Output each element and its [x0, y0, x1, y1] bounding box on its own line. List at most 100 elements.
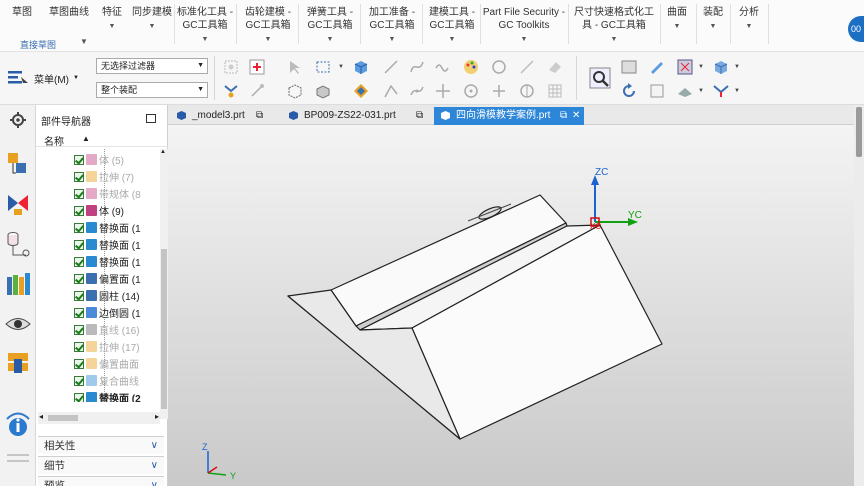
vertical-scrollbar[interactable]: ▲ [160, 149, 168, 419]
visibility-checkbox[interactable] [74, 290, 84, 301]
panel-dependencies[interactable]: 相关性 ∨ [38, 436, 164, 454]
visibility-checkbox[interactable] [74, 154, 84, 165]
panel-preview[interactable]: 预览 ∨ [38, 476, 164, 486]
render-style-icon[interactable] [648, 58, 666, 76]
plus-point-icon[interactable] [490, 82, 508, 100]
ribbon-standard-tools[interactable]: 标准化工具 - GC工具箱 ▼ [176, 6, 234, 44]
3d-part-model[interactable] [287, 194, 663, 440]
viewport-scrollbar[interactable] [854, 105, 864, 486]
visibility-checkbox[interactable] [74, 375, 84, 386]
visibility-checkbox[interactable] [74, 256, 84, 267]
scrollbar-thumb[interactable] [48, 415, 78, 421]
color-palette-icon[interactable] [462, 58, 480, 76]
ribbon-surface[interactable]: 曲面 ▼ [662, 6, 692, 44]
pattern-icon[interactable] [352, 82, 370, 100]
part-navigator-icon[interactable] [4, 229, 32, 259]
filter-icon[interactable] [712, 82, 730, 100]
quadrant-point-icon[interactable] [518, 82, 536, 100]
wcs-triad[interactable]: ZC YC XC [590, 167, 642, 231]
panel-details[interactable]: 细节 ∨ [38, 456, 164, 474]
tree-item[interactable]: 体 (5) [74, 151, 160, 168]
maximize-icon[interactable] [146, 114, 156, 123]
visibility-checkbox[interactable] [74, 392, 84, 402]
center-point-icon[interactable] [462, 82, 480, 100]
visibility-checkbox[interactable] [74, 205, 84, 216]
visibility-checkbox[interactable] [74, 341, 84, 352]
eye-view-icon[interactable] [4, 309, 32, 339]
ribbon-assembly[interactable]: 装配 ▼ [698, 6, 728, 44]
ribbon-sync-modeling[interactable]: 同步建模 ▼ [132, 6, 172, 44]
close-icon[interactable]: ✕ [572, 107, 580, 124]
selection-filter-select[interactable]: 无选择过滤器 ▼ [96, 58, 208, 74]
ribbon-expand-button[interactable]: 00 [848, 16, 864, 42]
pan-view-icon[interactable] [648, 82, 666, 100]
chevron-down-icon[interactable]: ▼ [698, 88, 704, 94]
rectangle-select-icon[interactable] [314, 58, 332, 76]
tree-item[interactable]: 拉伸 (7) [74, 168, 160, 185]
edit-icon[interactable]: ⧉ [560, 107, 567, 124]
gear-icon[interactable] [4, 109, 32, 131]
tab-model3[interactable]: _model3.prt ⧉ [170, 107, 278, 125]
visibility-checkbox[interactable] [74, 273, 84, 284]
edit-icon[interactable]: ⧉ [416, 107, 423, 124]
chevron-down-icon[interactable]: ▼ [80, 37, 88, 46]
curve-point-icon[interactable] [408, 82, 426, 100]
ribbon-part-file-security[interactable]: Part File Security - GC Toolkits ▼ [482, 6, 566, 44]
solid-body-icon[interactable] [352, 58, 370, 76]
tree-item[interactable]: 复合曲线 [74, 372, 160, 389]
scrollbar-thumb[interactable] [161, 249, 167, 409]
visibility-checkbox[interactable] [74, 171, 84, 182]
chevron-down-icon[interactable]: ▼ [698, 64, 704, 70]
visibility-checkbox[interactable] [74, 239, 84, 250]
navigator-column-header[interactable]: 名称 ▲ [36, 131, 168, 148]
tree-item[interactable]: 偏置面 (1 [74, 270, 160, 287]
tree-item[interactable]: 替换面 (2 [74, 389, 160, 402]
tree-item[interactable]: 带规体 (8 [74, 185, 160, 202]
scroll-up-icon[interactable]: ▲ [160, 149, 166, 155]
eraser-icon[interactable] [546, 58, 564, 76]
ribbon-feature[interactable]: 特征 ▼ [98, 6, 126, 44]
crosshair-icon[interactable] [434, 82, 452, 100]
tree-item[interactable]: 拉伸 (17) [74, 338, 160, 355]
roles-icon[interactable] [4, 447, 32, 467]
visibility-checkbox[interactable] [74, 324, 84, 335]
info-icon[interactable] [4, 411, 32, 441]
graphics-viewport[interactable]: ZC YC XC Z Y [168, 125, 854, 486]
chevron-down-icon[interactable]: ▼ [734, 64, 740, 70]
view-background-icon[interactable] [620, 58, 638, 76]
assembly-navigator-icon[interactable] [4, 149, 32, 179]
tree-item[interactable]: 直线 (16) [74, 321, 160, 338]
direct-sketch-label[interactable]: 直接草图 [20, 38, 56, 51]
cursor-icon[interactable] [286, 58, 304, 76]
tab-active-part[interactable]: 四向滑模教学案例.prt ⧉ ✕ [434, 107, 584, 125]
shaded-edges-icon[interactable] [676, 82, 694, 100]
ribbon-machining-prep[interactable]: 加工准备 - GC工具箱 ▼ [364, 6, 420, 44]
assembly-scope-select[interactable]: 整个装配 ▼ [96, 82, 208, 98]
visibility-checkbox[interactable] [74, 307, 84, 318]
ribbon-gear-modeling[interactable]: 齿轮建模 - GC工具箱 ▼ [240, 6, 296, 44]
tree-item[interactable]: 替换面 (1 [74, 253, 160, 270]
reuse-library-icon[interactable] [4, 269, 32, 299]
spline-tool-icon[interactable] [408, 58, 426, 76]
polyline-icon[interactable] [382, 82, 400, 100]
visibility-checkbox[interactable] [74, 358, 84, 369]
block-icon[interactable] [314, 82, 332, 100]
scroll-right-icon[interactable]: ▸ [155, 412, 159, 421]
tree-item[interactable]: 边倒圆 (1 [74, 304, 160, 321]
visibility-checkbox[interactable] [74, 188, 84, 199]
zoom-fit-icon[interactable] [588, 66, 612, 90]
general-point-icon[interactable] [222, 82, 240, 100]
edit-icon[interactable]: ⧉ [256, 107, 263, 124]
chevron-down-icon[interactable]: ▼ [734, 88, 740, 94]
ribbon-dimension-format[interactable]: 尺寸快速格式化工 具 - GC工具箱 ▼ [572, 6, 656, 44]
line-diagonal-icon[interactable] [518, 58, 536, 76]
ribbon-analysis[interactable]: 分析 ▼ [734, 6, 764, 44]
tree-item[interactable]: 替换面 (1 [74, 236, 160, 253]
line-tool-icon[interactable] [382, 58, 400, 76]
tab-bp009[interactable]: BP009-ZS22-031.prt ⧉ [282, 107, 432, 125]
history-icon[interactable] [4, 349, 32, 379]
wave-curve-icon[interactable] [434, 58, 452, 76]
select-type-icon[interactable] [222, 58, 240, 76]
snap-point-icon[interactable] [248, 58, 266, 76]
horizontal-scrollbar[interactable]: ◂ ▸ [38, 412, 160, 424]
